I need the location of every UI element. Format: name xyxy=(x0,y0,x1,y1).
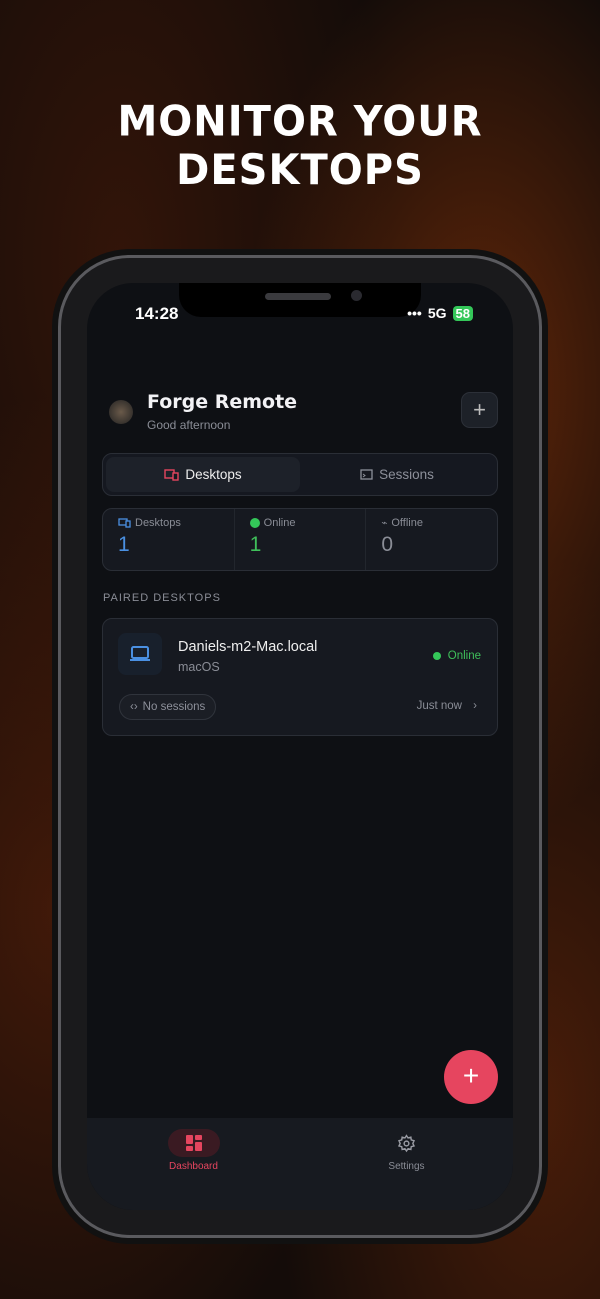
terminal-icon xyxy=(360,469,373,480)
nav-settings[interactable]: Settings xyxy=(300,1118,513,1210)
laptop-icon xyxy=(118,633,162,675)
promo-headline: MONITOR YOUR DESKTOPS xyxy=(117,97,483,195)
add-fab-button[interactable]: + xyxy=(444,1050,498,1104)
stat-label: Online xyxy=(263,517,296,529)
stat-online: Online 1 xyxy=(235,509,367,570)
battery-icon: 58 xyxy=(452,305,473,321)
online-dot-icon xyxy=(432,652,441,660)
stat-label: Offline xyxy=(391,517,423,529)
camera xyxy=(351,290,362,301)
tab-label: Desktops xyxy=(185,467,242,482)
speaker xyxy=(265,293,331,300)
app-header: Forge Remote Good afternoon xyxy=(109,391,297,432)
status-badge: Online xyxy=(432,650,481,662)
gear-icon xyxy=(381,1129,433,1157)
code-icon: ‹› xyxy=(130,701,138,713)
offline-icon: ⌁ xyxy=(381,517,388,529)
segmented-tabs: Desktops Sessions xyxy=(102,453,498,496)
sessions-chip[interactable]: ‹› No sessions xyxy=(119,694,217,720)
app-title: Forge Remote xyxy=(147,391,298,413)
nav-label: Dashboard xyxy=(169,1161,218,1172)
dashboard-icon xyxy=(167,1129,220,1157)
notch xyxy=(179,283,421,317)
tab-desktops[interactable]: Desktops xyxy=(106,457,300,492)
nav-dashboard[interactable]: Dashboard xyxy=(87,1118,300,1210)
stat-value: 0 xyxy=(381,533,394,556)
desktop-name: Daniels-m2-Mac.local xyxy=(178,639,318,655)
stat-label: Desktops xyxy=(135,517,181,529)
chevron-right-icon: › xyxy=(473,700,477,712)
online-dot-icon xyxy=(249,518,260,528)
devices-icon xyxy=(118,518,131,528)
desktop-os: macOS xyxy=(178,660,220,674)
stats-panel: Desktops 1 Online 1 ⌁ Offline 0 xyxy=(102,508,498,571)
stat-offline: ⌁ Offline 0 xyxy=(366,509,497,570)
app-screen: 14:28 ••• 5G 58 Forge Remote Good aftern… xyxy=(87,283,513,1210)
network-label: 5G xyxy=(427,305,447,321)
section-title: PAIRED DESKTOPS xyxy=(103,592,221,604)
tab-sessions[interactable]: Sessions xyxy=(300,457,494,492)
tab-label: Sessions xyxy=(379,467,434,482)
status-time: 14:28 xyxy=(135,304,179,323)
signal-icon: ••• xyxy=(407,305,422,321)
sessions-label: No sessions xyxy=(142,701,206,713)
last-seen: Just now › xyxy=(417,700,477,712)
status-right: ••• 5G 58 xyxy=(407,305,473,321)
desktop-card[interactable]: Daniels-m2-Mac.local macOS Online ‹› No s… xyxy=(102,618,498,736)
status-label: Online xyxy=(447,650,481,662)
app-logo xyxy=(109,399,133,424)
nav-label: Settings xyxy=(388,1161,425,1172)
stat-value: 1 xyxy=(249,533,262,556)
last-seen-label: Just now xyxy=(416,700,462,712)
stat-value: 1 xyxy=(118,533,130,556)
stat-desktops: Desktops 1 xyxy=(103,509,235,570)
add-desktop-button[interactable]: + xyxy=(461,392,498,428)
devices-icon xyxy=(164,468,180,481)
bottom-nav: Dashboard Settings xyxy=(87,1118,513,1210)
greeting: Good afternoon xyxy=(147,418,231,432)
